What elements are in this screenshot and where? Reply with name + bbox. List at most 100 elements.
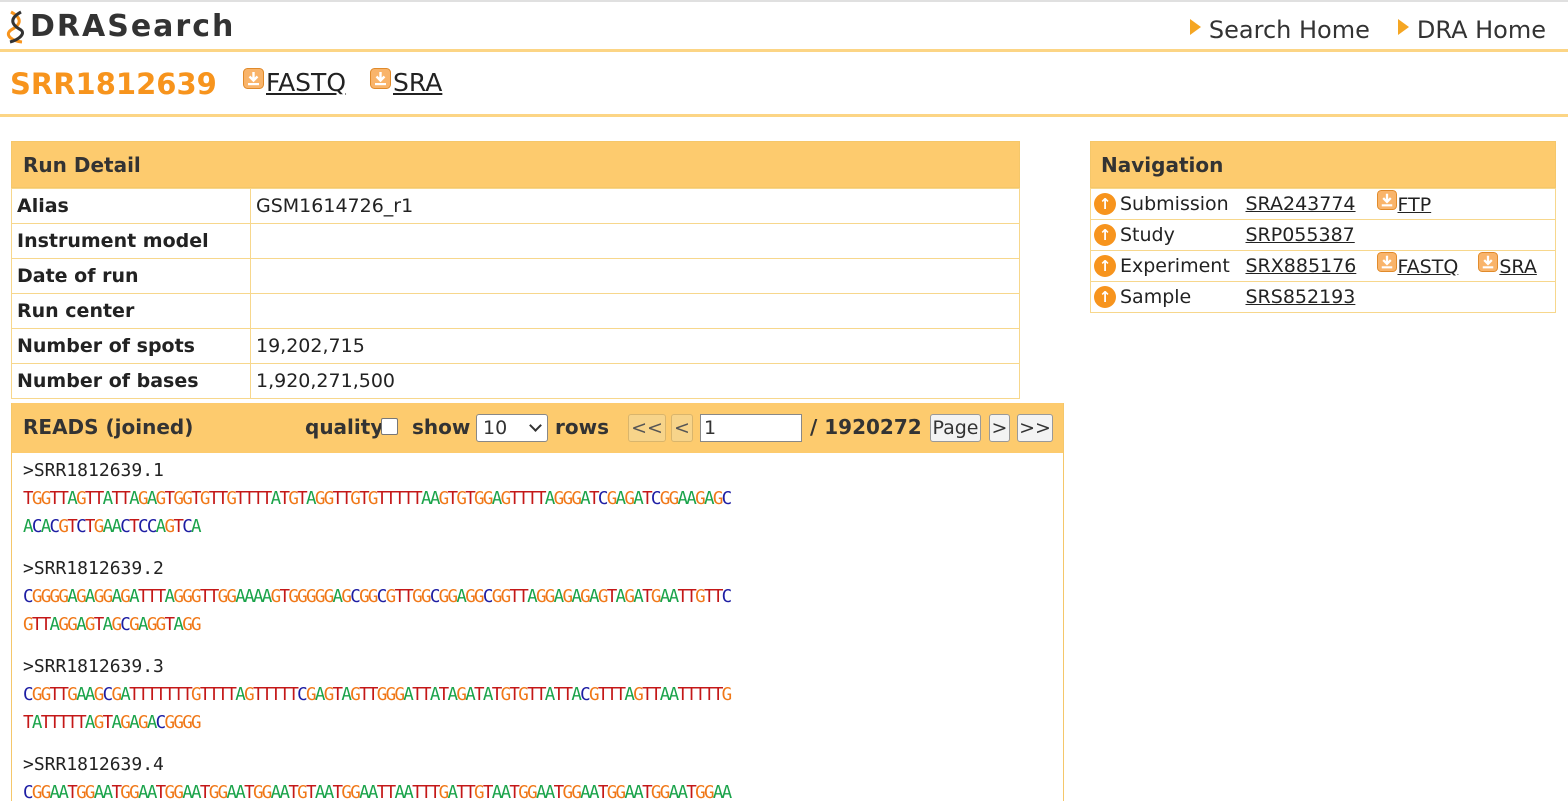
run-detail-heading: Run Detail: [11, 141, 1020, 188]
read-item: >SRR1812639.4 CGGAATGGAATGGAATGGAATGGAATG…: [23, 751, 1063, 801]
experiment-accession-link[interactable]: SRX885176: [1246, 255, 1357, 277]
triangle-bullet-icon: [1189, 19, 1201, 35]
experiment-sra-download-link[interactable]: SRA: [1478, 251, 1537, 278]
row-value: 1,920,271,500: [250, 363, 1020, 399]
up-arrow-icon: ↑: [1094, 255, 1116, 277]
read-id: >SRR1812639.2: [23, 558, 164, 579]
up-arrow-icon: ↑: [1094, 286, 1116, 308]
nav-links-cell: FTP: [1376, 188, 1556, 220]
table-row: Instrument model: [11, 223, 1020, 259]
nav-label: Submission: [1120, 193, 1229, 215]
row-key: Number of spots: [11, 328, 251, 364]
quality-checkbox[interactable]: [381, 418, 398, 435]
dna-icon: [6, 10, 25, 44]
rows-per-page-select[interactable]: 10: [476, 414, 548, 442]
nav-links-cell: [1376, 281, 1556, 313]
nav-links-cell: FASTQ SRA: [1376, 250, 1556, 282]
fastq-download-link[interactable]: FASTQ: [243, 68, 346, 97]
navigation-table: ↑ Submission SRA243774 FTP ↑ Study SRP0553…: [1090, 188, 1556, 313]
nav-accession-cell: SRA243774: [1245, 188, 1377, 220]
reads-title: READS (joined): [23, 415, 194, 439]
last-page-button[interactable]: >>: [1017, 414, 1053, 442]
search-home-label: Search Home: [1208, 16, 1370, 44]
reads-toolbar: READS (joined) quality show 10 rows << <…: [12, 403, 1063, 453]
study-accession-link[interactable]: SRP055387: [1246, 224, 1355, 246]
read-item: >SRR1812639.3 CGGTTGAAGCGATTTTTTTGTTTTAGT…: [23, 653, 1063, 737]
run-detail-table: Alias GSM1614726_r1 Instrument model Date…: [11, 188, 1020, 399]
next-page-button[interactable]: >: [989, 414, 1010, 442]
table-row: Run center: [11, 293, 1020, 329]
nav-accession-cell: SRS852193: [1245, 281, 1377, 313]
fastq-download-label: FASTQ: [266, 68, 347, 97]
row-value: GSM1614726_r1: [250, 188, 1020, 224]
download-icon: [370, 68, 391, 89]
nav-accession-cell: SRP055387: [1245, 219, 1377, 251]
nav-label: Study: [1120, 224, 1175, 246]
row-value: [250, 223, 1020, 259]
sample-accession-link[interactable]: SRS852193: [1246, 286, 1356, 308]
table-row: Number of spots 19,202,715: [11, 328, 1020, 364]
row-value: [250, 293, 1020, 329]
ftp-label: FTP: [1397, 193, 1432, 216]
run-title-bar: SRR1812639 FASTQ SRA: [0, 55, 1568, 117]
dra-home-link[interactable]: DRA Home: [1397, 16, 1546, 44]
table-row: ↑ Sample SRS852193: [1090, 281, 1556, 313]
read-sequence-line: CGGGGAGAGGAGATTTAGGGTTGGAAAAGTGGGGGAGCGG…: [23, 587, 732, 607]
previous-page-button[interactable]: <: [671, 414, 693, 442]
site-header: DRASearch Search Home DRA Home: [0, 0, 1568, 52]
fastq-label: FASTQ: [1397, 255, 1459, 278]
nav-label: Experiment: [1120, 255, 1230, 277]
nav-label: Sample: [1120, 286, 1192, 308]
total-pages: / 1920272: [810, 415, 922, 439]
read-id: >SRR1812639.3: [23, 656, 164, 677]
nav-label-cell: ↑ Study: [1090, 219, 1246, 251]
reads-list: >SRR1812639.1 TGGTTAGTTATTAGAGTGGTGTTGTTT…: [12, 453, 1063, 801]
up-arrow-icon: ↑: [1094, 224, 1116, 246]
submission-accession-link[interactable]: SRA243774: [1246, 193, 1356, 215]
sra-download-link[interactable]: SRA: [370, 68, 442, 97]
download-icon: [1478, 251, 1499, 272]
top-navigation: Search Home DRA Home: [1189, 16, 1546, 44]
table-row: ↑ Study SRP055387: [1090, 219, 1556, 251]
read-sequence-line: CGGAATGGAATGGAATGGAATGGAATGGAATGTAATGGAA…: [23, 783, 732, 801]
rows-select-value: 10: [483, 417, 508, 439]
quality-label: quality: [305, 415, 384, 439]
read-sequence-line: ACACGTCTGAACTCCAGTCA: [23, 517, 202, 537]
table-row: Number of bases 1,920,271,500: [11, 363, 1020, 399]
nav-label-cell: ↑ Experiment: [1090, 250, 1246, 282]
search-home-link[interactable]: Search Home: [1189, 16, 1370, 44]
download-icon: [243, 68, 264, 89]
row-key: Instrument model: [11, 223, 251, 259]
table-row: Date of run: [11, 258, 1020, 294]
go-to-page-button[interactable]: Page: [930, 414, 981, 442]
first-page-button[interactable]: <<: [628, 414, 666, 442]
row-key: Run center: [11, 293, 251, 329]
table-row: ↑ Submission SRA243774 FTP: [1090, 188, 1556, 220]
triangle-bullet-icon: [1397, 19, 1409, 35]
sra-label: SRA: [1499, 255, 1537, 278]
rows-label: rows: [555, 415, 609, 439]
navigation-panel: Navigation ↑ Submission SRA243774 FTP ↑ St…: [1090, 141, 1556, 313]
row-key: Number of bases: [11, 363, 251, 399]
reads-panel: READS (joined) quality show 10 rows << <…: [11, 403, 1064, 801]
read-item: >SRR1812639.2 CGGGGAGAGGAGATTTAGGGTTGGAAA…: [23, 555, 1063, 639]
site-logo[interactable]: DRASearch: [6, 10, 235, 44]
page-number-input[interactable]: 1: [700, 414, 802, 442]
run-detail-panel: Run Detail Alias GSM1614726_r1 Instrument…: [11, 141, 1020, 399]
dra-home-label: DRA Home: [1416, 16, 1546, 44]
nav-accession-cell: SRX885176: [1245, 250, 1377, 282]
up-arrow-icon: ↑: [1094, 193, 1116, 215]
read-sequence-line: TATTTTTAGTAGAGACGGGG: [23, 713, 202, 733]
read-sequence-line: CGGTTGAAGCGATTTTTTTGTTTTAGTTTTTCGAGTAGTT…: [23, 685, 732, 705]
nav-label-cell: ↑ Sample: [1090, 281, 1246, 313]
ftp-download-link[interactable]: FTP: [1376, 189, 1432, 216]
read-id: >SRR1812639.1: [23, 460, 164, 481]
download-icon: [1376, 189, 1397, 210]
row-value: [250, 258, 1020, 294]
row-key: Alias: [11, 188, 251, 224]
experiment-fastq-download-link[interactable]: FASTQ: [1376, 251, 1459, 278]
table-row: ↑ Experiment SRX885176 FASTQ SRA: [1090, 250, 1556, 282]
show-label: show: [412, 415, 471, 439]
download-icon: [1376, 251, 1397, 272]
table-row: Alias GSM1614726_r1: [11, 188, 1020, 224]
